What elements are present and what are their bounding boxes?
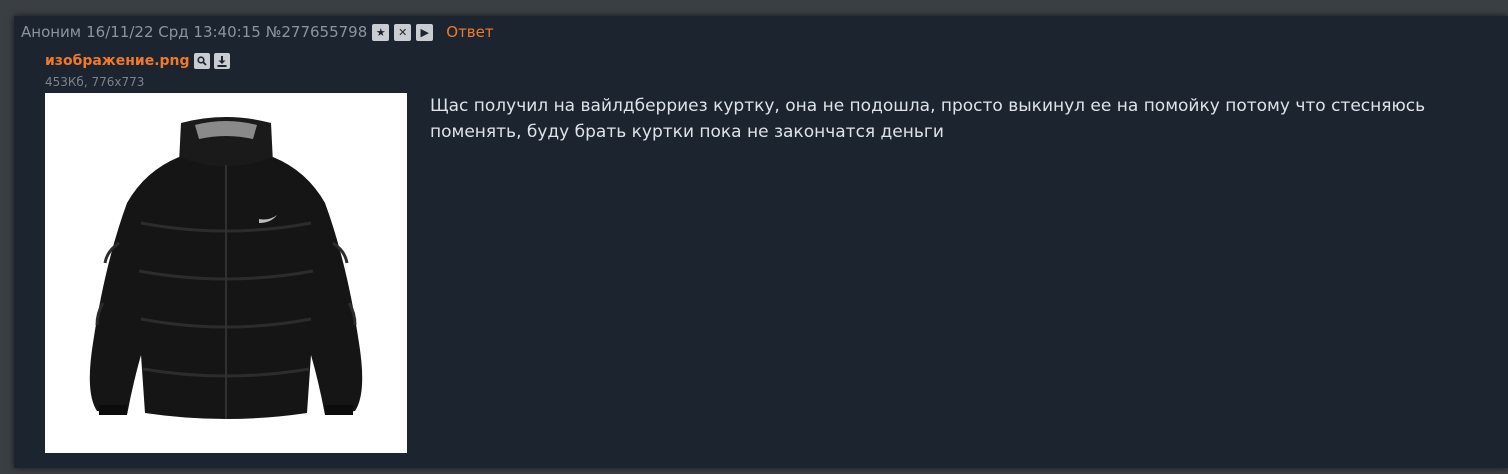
post-date: 16/11/22 Срд 13:40:15	[86, 23, 261, 41]
post-header: Аноним 16/11/22 Срд 13:40:15 №277655798 …	[21, 22, 494, 42]
post: Аноним 16/11/22 Срд 13:40:15 №277655798 …	[14, 16, 1508, 468]
post-author: Аноним	[21, 23, 82, 41]
download-icon[interactable]	[213, 53, 230, 69]
post-message: Щас получил на вайлдберриез куртку, она …	[430, 96, 1426, 142]
jacket-image	[45, 93, 407, 453]
post-image-thumbnail[interactable]	[45, 93, 407, 453]
reply-link[interactable]: Ответ	[446, 23, 493, 41]
play-icon[interactable]: ▶	[416, 23, 434, 41]
close-icon[interactable]: ✕	[394, 23, 412, 41]
star-icon[interactable]: ★	[372, 23, 390, 41]
post-number[interactable]: №277655798	[266, 23, 368, 41]
file-info: изображение.png	[45, 53, 230, 69]
search-icon[interactable]	[193, 53, 210, 69]
file-name-link[interactable]: изображение.png	[45, 53, 190, 69]
file-meta: 453Кб, 776x773	[45, 75, 145, 89]
